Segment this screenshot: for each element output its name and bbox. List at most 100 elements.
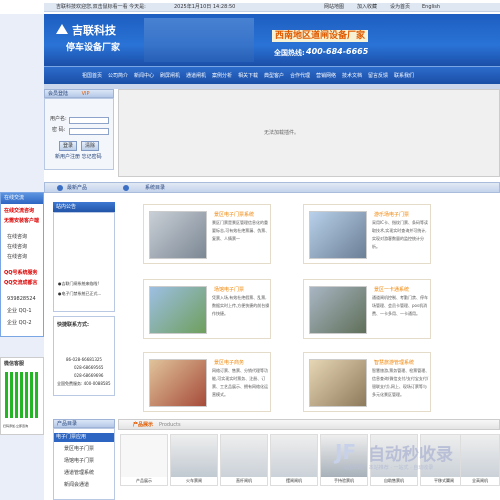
card-image <box>149 286 207 334</box>
watermark-name: 自动秒收录 <box>368 445 453 465</box>
brand-sub: 停车设备厂家 <box>66 43 121 53</box>
card-desc: 通道闸机控制、考勤门禁、停车场管理、会员卡管理、pos机消费、一卡多用、一卡通用… <box>372 295 428 316</box>
qq-promo-text: 在线交流咨询 <box>4 208 35 214</box>
card-title[interactable]: 景区电子商务 <box>214 359 244 366</box>
product-label: 全高闸机 <box>461 477 499 485</box>
card-title[interactable]: 智慧旅游管理系统 <box>374 359 414 366</box>
product-card-ecommerce[interactable]: 景区电子商务 网络订票、售票、分销代理等功能,可实现实时票务、注册、订票、工艺品… <box>143 352 271 412</box>
qq-consult-link[interactable]: 在线咨询 <box>7 233 27 242</box>
bullet-icon <box>57 185 63 191</box>
hotline-label: 全国热线: <box>274 49 305 57</box>
announce-item[interactable]: ●电子门禁系统已正式... <box>58 289 101 298</box>
link-sitemap[interactable]: 网站地图 <box>324 3 344 12</box>
card-desc: 采用IC卡、指纹门票、条码等读取技术,实现实时查询并可统计,实现对游客数量的监控… <box>372 220 428 249</box>
product-thumb[interactable]: 全高闸机 <box>460 434 500 486</box>
wechat-title: 微信客服 <box>4 361 25 367</box>
login-button[interactable]: 登录 <box>59 141 77 151</box>
qq-enterprise-1[interactable]: 企业 QQ-1 <box>7 307 32 316</box>
announce-item[interactable]: ●吉联门闸系统来临啦! <box>58 279 99 288</box>
product-card-venue-ticket[interactable]: 场馆电子门票 凭票入场,有效杜绝假票、乱票,数据实时上传,方便快捷的前台操作快捷… <box>143 279 271 339</box>
qq-consult-link[interactable]: 在线咨询 <box>7 253 27 262</box>
qq-service-text: QQ号系统服务 <box>4 270 38 276</box>
product-card-scenic-ticket[interactable]: 景区电子门票系统 景区门票是景区管理信息化的重要标志,可有效杜绝票漏、伪票、复票… <box>143 204 271 264</box>
nav-item-clients[interactable]: 典型客户 <box>264 67 284 85</box>
link-english[interactable]: English <box>422 3 440 12</box>
nav-item-downloads[interactable]: 相关下载 <box>238 67 258 85</box>
register-links[interactable]: 新用户注册 忘记密码 <box>55 153 102 162</box>
nav-item-network[interactable]: 营销网络 <box>316 67 336 85</box>
wechat-caption: 扫码添加,立即咨询 <box>3 424 28 428</box>
login-header: 会员登陆 VIP <box>44 89 114 98</box>
product-label: 自助售票机 <box>371 477 417 485</box>
product-card-amusement-ticket[interactable]: 游乐场电子门票 采用IC卡、指纹门票、条码等读取技术,实现实时查询并可统计,实现… <box>303 204 431 264</box>
header-banner: 吉联科技 停车设备厂家 西南地区道闸设备厂家 全国热线: 400-684-666… <box>44 14 500 66</box>
catalog-item[interactable]: 场馆电子门票 <box>64 457 94 466</box>
card-title[interactable]: 景区一卡通系统 <box>374 286 409 293</box>
announce-header: 站内公告 <box>53 202 115 212</box>
card-image <box>309 211 367 259</box>
card-desc: 网络订票、售票、分销代理等功能,可实现实时票务、注册、订票、工艺品展示、拥有网络… <box>212 368 268 397</box>
card-title[interactable]: 游乐场电子门票 <box>374 211 409 218</box>
brand-name: 吉联科技 <box>72 24 116 37</box>
catalog-item[interactable]: 通道管理系统 <box>64 469 94 478</box>
plugin-error-text: 无法加载插件。 <box>264 130 300 136</box>
card-title[interactable]: 景区电子门票系统 <box>214 211 254 218</box>
system-menu-label: 系统目录 <box>145 185 166 191</box>
product-card-smart-tourism[interactable]: 智慧旅游管理系统 智慧旅游,票务管理、检票管理、信息查询(微信支付/支付宝支付/… <box>303 352 431 412</box>
watermark-logo: JF <box>335 440 357 464</box>
link-favorite[interactable]: 加入收藏 <box>357 3 377 12</box>
products-strip-header: 产品展示 Products <box>118 419 500 430</box>
product-thumb[interactable]: 摆闸闸机 <box>270 434 318 486</box>
catalog-item[interactable]: 新闻会通道 <box>64 481 89 490</box>
bullet-icon <box>123 185 129 191</box>
nav-item-docs[interactable]: 技术文档 <box>342 67 362 85</box>
main-nav: 祖国首页 公司简介 新闻中心 刷屏闸机 通道闸机 案例分析 相关下载 典型客户 … <box>44 66 500 84</box>
nav-item-channel-gate[interactable]: 通道闸机 <box>186 67 206 85</box>
products-title: 产品展示 <box>133 422 154 428</box>
announce-panel: ●吉联门闸系统来临啦! ●电子门禁系统已正式... <box>53 212 115 312</box>
logo-icon <box>56 24 68 34</box>
datetime-text: 2025年1月10日 14:28:50 <box>174 4 236 10</box>
product-thumb[interactable]: 直杆闸机 <box>220 434 268 486</box>
qq-enterprise-2[interactable]: 企业 QQ-2 <box>7 319 32 328</box>
section-bar: 最新产品 系统目录 <box>44 182 500 193</box>
product-thumb[interactable]: 产品展示 <box>120 434 168 486</box>
nav-item-news[interactable]: 新闻中心 <box>134 67 154 85</box>
banner-gate-image <box>144 18 254 62</box>
link-homepage[interactable]: 设为首页 <box>390 3 410 12</box>
product-label: 直杆闸机 <box>221 477 267 485</box>
product-label: 火车票闸 <box>171 477 217 485</box>
clear-button[interactable]: 清除 <box>81 141 99 151</box>
contact-title: 快捷联系方式: <box>57 322 90 328</box>
vip-tag: VIP <box>81 91 90 97</box>
product-thumb[interactable]: 火车票闸 <box>170 434 218 486</box>
nav-item-swipe-gate[interactable]: 刷屏闸机 <box>160 67 180 85</box>
welcome-text: 吉联科技欢迎您,双击鼠标看一看 今天是: <box>56 4 146 10</box>
nav-item-contact[interactable]: 联系我们 <box>394 67 414 85</box>
login-panel: 用户名: 密 码: 登录 清除 新用户注册 忘记密码 <box>44 98 114 170</box>
qq-consult-link[interactable]: 在线咨询 <box>7 243 27 252</box>
catalog-header: 产品目录 <box>53 419 115 428</box>
card-image <box>149 211 207 259</box>
username-input[interactable] <box>69 117 109 124</box>
product-card-scenic-onecard[interactable]: 景区一卡通系统 通道闸机控制、考勤门禁、停车场管理、会员卡管理、pos机消费、一… <box>303 279 431 339</box>
catalog-item-active[interactable]: 电子门票应用 <box>54 433 114 442</box>
region-title: 西南地区道闸设备厂家 <box>272 30 369 42</box>
nav-item-home[interactable]: 祖国首页 <box>82 67 102 85</box>
qq-number[interactable]: 939828524 <box>7 295 36 304</box>
password-label: 密 码: <box>52 127 66 133</box>
nav-item-cases[interactable]: 案例分析 <box>212 67 232 85</box>
card-title[interactable]: 场馆电子门票 <box>214 286 244 293</box>
wechat-panel: 微信客服 扫码添加,立即咨询 <box>0 357 44 435</box>
card-desc: 智慧旅游,票务管理、检票管理、信息查询(微信支付/支付宝支付/银联支付),网上、… <box>372 368 430 397</box>
catalog-panel: 电子门票应用 景区电子门票 场馆电子门票 通道管理系统 新闻会通道 <box>53 428 115 500</box>
nav-item-partners[interactable]: 合作代理 <box>290 67 310 85</box>
nav-item-feedback[interactable]: 留言反馈 <box>368 67 388 85</box>
product-label: 产品展示 <box>121 477 167 485</box>
login-title: 会员登陆 <box>48 91 69 97</box>
catalog-item[interactable]: 景区电子门票 <box>64 445 94 454</box>
qq-float-panel: 在线交流 在线交流咨询 无需安装客户端 在线咨询 在线咨询 在线咨询 QQ号系统… <box>0 192 44 337</box>
password-input[interactable] <box>69 128 109 135</box>
contact-panel: 快捷联系方式: 86-028-66681325 028-68669565 028… <box>53 316 115 396</box>
nav-item-about[interactable]: 公司简介 <box>108 67 128 85</box>
